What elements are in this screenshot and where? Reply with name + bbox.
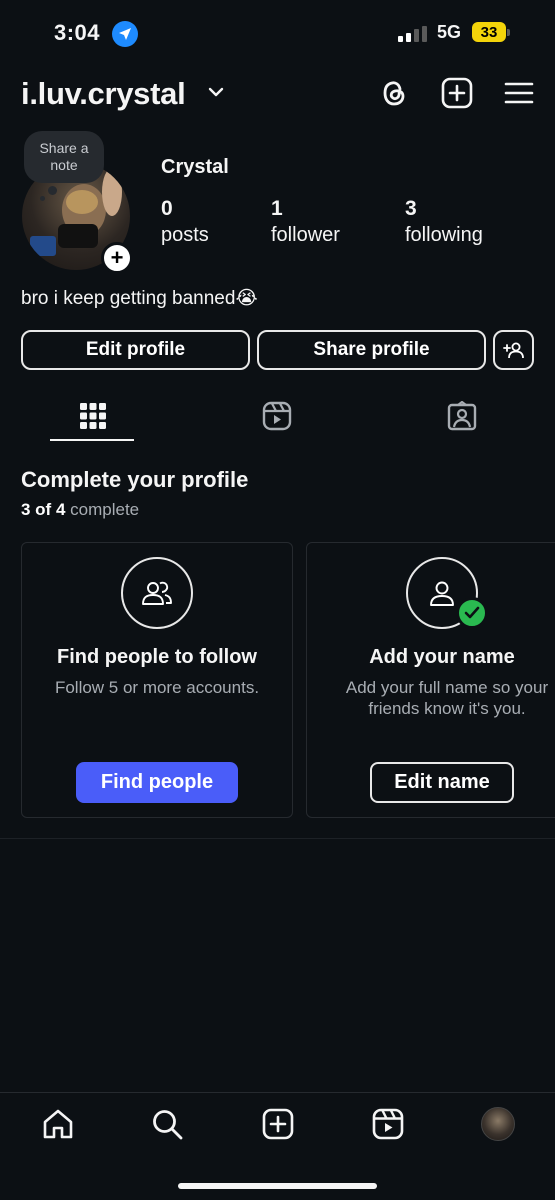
profile-bio: bro i keep getting banned😭 xyxy=(21,288,258,309)
posts-count[interactable]: 0 xyxy=(161,197,173,221)
bottom-nav-border xyxy=(0,1092,555,1093)
search-icon[interactable] xyxy=(151,1108,183,1140)
home-indicator[interactable] xyxy=(178,1183,377,1189)
edit-profile-button[interactable]: Edit profile xyxy=(21,330,250,370)
add-person-icon xyxy=(502,342,524,359)
followers-count[interactable]: 1 xyxy=(271,197,283,221)
card-desc-add-name: Add your full name so your friends know … xyxy=(322,677,555,719)
share-note-bubble[interactable]: Share a note xyxy=(24,131,104,183)
discover-people-button[interactable] xyxy=(493,330,534,370)
tab-tagged-icon[interactable] xyxy=(447,401,477,431)
card-title-find-people: Find people to follow xyxy=(57,646,257,668)
create-icon[interactable] xyxy=(262,1108,294,1140)
status-time: 3:04 xyxy=(54,20,101,45)
checkmark-icon xyxy=(456,597,488,629)
home-icon[interactable] xyxy=(42,1108,74,1140)
edit-name-button[interactable]: Edit name xyxy=(370,762,514,803)
complete-profile-title: Complete your profile xyxy=(21,467,249,492)
people-circle xyxy=(121,557,193,629)
active-tab-indicator xyxy=(50,439,134,441)
reels-icon[interactable] xyxy=(372,1108,404,1140)
tab-grid-icon[interactable] xyxy=(78,401,108,431)
profile-tab-avatar[interactable] xyxy=(481,1107,515,1141)
followers-label[interactable]: follower xyxy=(271,224,340,247)
create-post-icon[interactable] xyxy=(441,77,473,109)
posts-label[interactable]: posts xyxy=(161,224,209,247)
cellular-signal-icon xyxy=(398,26,427,42)
add-story-button[interactable]: + xyxy=(101,242,133,274)
display-name: Crystal xyxy=(161,156,229,178)
find-people-button[interactable]: Find people xyxy=(76,762,238,803)
complete-profile-progress: 3 of 4 complete xyxy=(21,500,139,520)
note-bubble-tail xyxy=(48,186,57,195)
battery-icon: 33 xyxy=(472,22,506,42)
chevron-down-icon[interactable] xyxy=(208,86,224,98)
following-count[interactable]: 3 xyxy=(405,197,417,221)
tab-reels-icon[interactable] xyxy=(262,401,292,431)
person-icon xyxy=(430,581,454,606)
network-type: 5G xyxy=(437,22,462,42)
add-name-desc-text: Add your full name so your friends know … xyxy=(345,678,549,718)
people-icon xyxy=(142,581,172,605)
following-label[interactable]: following xyxy=(405,224,483,247)
location-arrow-icon xyxy=(112,21,138,47)
card-desc-find-people: Follow 5 or more accounts. xyxy=(54,678,260,697)
battery-tip xyxy=(507,29,510,36)
card-title-add-name: Add your name xyxy=(369,646,515,668)
section-divider xyxy=(0,838,555,839)
note-bubble-tail-small xyxy=(40,196,45,201)
menu-icon[interactable] xyxy=(503,77,535,109)
share-profile-button[interactable]: Share profile xyxy=(257,330,486,370)
progress-count: 3 of 4 xyxy=(21,500,66,519)
threads-icon[interactable] xyxy=(378,77,410,109)
progress-suffix: complete xyxy=(70,500,140,519)
username[interactable]: i.luv.crystal xyxy=(21,76,186,112)
